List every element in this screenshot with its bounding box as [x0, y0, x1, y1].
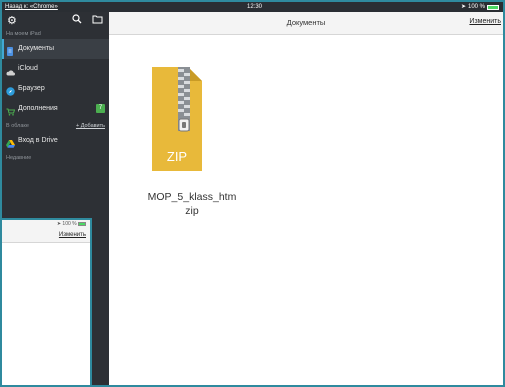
page-title: Документы [286, 18, 326, 27]
sidebar-toolbar: ⚙ [2, 12, 109, 30]
status-right: ➤ 100 % [461, 2, 499, 12]
battery-icon [487, 4, 499, 10]
section-label-recent: Недавние [6, 155, 32, 161]
location-icon: ➤ [56, 221, 62, 227]
sidebar-item-label: Дополнения [18, 105, 58, 112]
gear-icon[interactable]: ⚙ [7, 14, 17, 27]
add-cloud-button[interactable]: + Добавить [76, 122, 105, 131]
location-icon: ➤ [460, 4, 466, 10]
sidebar-item-addons[interactable]: Дополнения 7 [2, 99, 109, 119]
google-drive-icon [6, 137, 15, 148]
battery-icon [78, 221, 86, 226]
zip-file-item[interactable]: ZIP [150, 65, 204, 175]
battery-label: 100 % [467, 4, 485, 10]
secondary-window: ➤ 100 % Изменить [0, 218, 92, 387]
cart-icon [6, 105, 16, 116]
edit-button[interactable]: Изменить [469, 18, 501, 25]
sidebar-item-label: Вход в Drive [18, 137, 58, 144]
folder-icon[interactable] [92, 14, 103, 27]
section-label-cloud: В облаке + Добавить [2, 122, 109, 131]
status-bar: Назад к: «Chrome» 12:30 ➤ 100 % [2, 2, 503, 12]
file-name-line2: zip [185, 205, 199, 217]
sidebar-item-label: iCloud [18, 65, 38, 72]
sidebar-item-browser[interactable]: Браузер [2, 79, 109, 99]
addons-count-badge: 7 [96, 104, 105, 113]
main-header: Документы Изменить [109, 12, 503, 35]
secondary-edit-button[interactable]: Изменить [59, 232, 86, 238]
sidebar-item-icloud[interactable]: iCloud [2, 59, 109, 79]
file-name[interactable]: MOP_5_klass_htm zip [130, 190, 254, 218]
section-cloud-text: В облаке [6, 123, 29, 129]
sidebar-item-documents[interactable]: Документы [2, 39, 109, 59]
secondary-header: Изменить [2, 228, 90, 243]
compass-icon [6, 85, 15, 96]
section-label-ipad: На моем iPad [6, 31, 41, 37]
secondary-status-bar: ➤ 100 % [2, 220, 90, 228]
file-name-line1: MOP_5_klass_htm [147, 191, 237, 203]
zip-icon-label: ZIP [166, 149, 188, 164]
secondary-battery-label: 100 % [62, 221, 77, 227]
document-icon [6, 45, 14, 56]
search-icon[interactable] [72, 14, 82, 27]
back-to-chrome-link[interactable]: Назад к: «Chrome» [5, 2, 58, 12]
clock: 12:30 [247, 4, 263, 10]
cloud-icon [6, 65, 16, 76]
sidebar-item-label: Браузер [18, 85, 45, 92]
sidebar-item-drive-login[interactable]: Вход в Drive [2, 131, 109, 151]
sidebar-item-label: Документы [18, 45, 55, 52]
